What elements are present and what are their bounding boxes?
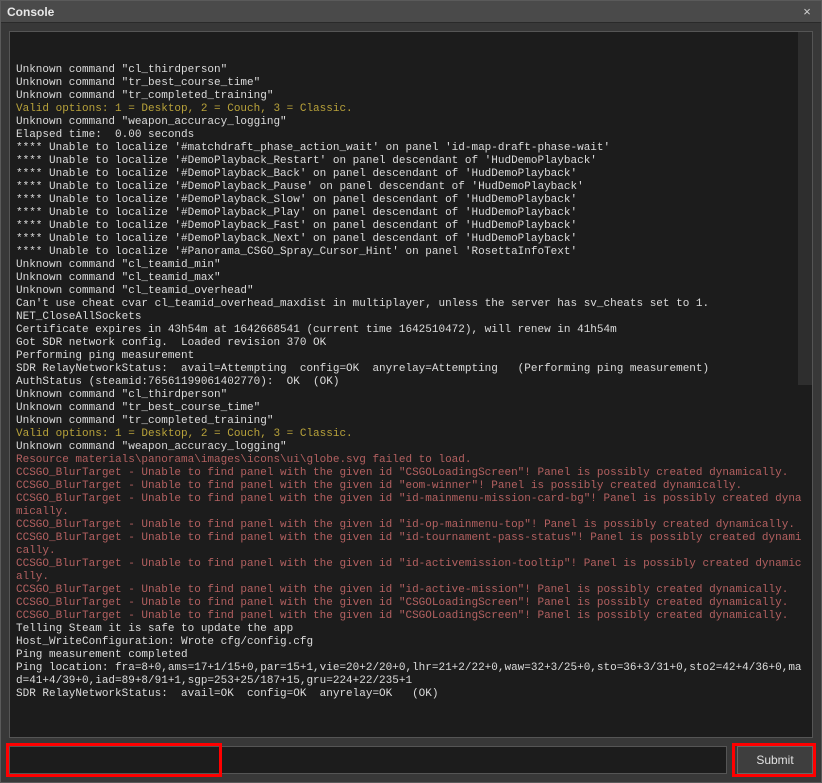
log-line: **** Unable to localize '#DemoPlayback_P… (16, 181, 806, 194)
log-line: SDR RelayNetworkStatus: avail=OK config=… (16, 688, 806, 701)
log-line: Unknown command "cl_teamid_overhead" (16, 285, 806, 298)
log-line: **** Unable to localize '#matchdraft_pha… (16, 142, 806, 155)
log-line: **** Unable to localize '#DemoPlayback_F… (16, 220, 806, 233)
console-window: Console × Unknown command "cl_thirdperso… (0, 0, 822, 783)
console-output[interactable]: Unknown command "cl_thirdperson"Unknown … (9, 31, 813, 738)
log-line: NET_CloseAllSockets (16, 311, 806, 324)
input-wrap (9, 746, 727, 774)
log-line: CCSGO_BlurTarget - Unable to find panel … (16, 467, 806, 480)
log-line: Certificate expires in 43h54m at 1642668… (16, 324, 806, 337)
log-line: **** Unable to localize '#DemoPlayback_R… (16, 155, 806, 168)
log-line: CCSGO_BlurTarget - Unable to find panel … (16, 558, 806, 584)
log-line: Unknown command "tr_best_course_time" (16, 77, 806, 90)
log-line: Unknown command "tr_completed_training" (16, 90, 806, 103)
log-line: Valid options: 1 = Desktop, 2 = Couch, 3… (16, 103, 806, 116)
log-line: Valid options: 1 = Desktop, 2 = Couch, 3… (16, 428, 806, 441)
log-line: **** Unable to localize '#DemoPlayback_P… (16, 207, 806, 220)
titlebar[interactable]: Console × (1, 1, 821, 23)
log-line: CCSGO_BlurTarget - Unable to find panel … (16, 493, 806, 519)
log-line: Elapsed time: 0.00 seconds (16, 129, 806, 142)
log-line: **** Unable to localize '#Panorama_CSGO_… (16, 246, 806, 259)
log-line: CCSGO_BlurTarget - Unable to find panel … (16, 532, 806, 558)
log-line: CCSGO_BlurTarget - Unable to find panel … (16, 480, 806, 493)
log-line: Unknown command "cl_thirdperson" (16, 389, 806, 402)
log-line: Can't use cheat cvar cl_teamid_overhead_… (16, 298, 806, 311)
log-line: Unknown command "cl_teamid_min" (16, 259, 806, 272)
log-line: **** Unable to localize '#DemoPlayback_S… (16, 194, 806, 207)
log-line: Ping location: fra=8+0,ams=17+1/15+0,par… (16, 662, 806, 688)
window-title: Console (7, 5, 799, 19)
scrollbar[interactable] (798, 32, 812, 385)
log-line: Unknown command "tr_completed_training" (16, 415, 806, 428)
log-line: Resource materials\panorama\images\icons… (16, 454, 806, 467)
log-line: Performing ping measurement (16, 350, 806, 363)
log-line: CCSGO_BlurTarget - Unable to find panel … (16, 584, 806, 597)
log-line: SDR RelayNetworkStatus: avail=Attempting… (16, 363, 806, 376)
log-line: CCSGO_BlurTarget - Unable to find panel … (16, 519, 806, 532)
log-line: AuthStatus (steamid:76561199061402770): … (16, 376, 806, 389)
close-icon[interactable]: × (799, 4, 815, 20)
log-line: Unknown command "cl_thirdperson" (16, 64, 806, 77)
log-line: Unknown command "cl_teamid_max" (16, 272, 806, 285)
log-line: Host_WriteConfiguration: Wrote cfg/confi… (16, 636, 806, 649)
log-line: Unknown command "weapon_accuracy_logging… (16, 116, 806, 129)
log-line: CCSGO_BlurTarget - Unable to find panel … (16, 597, 806, 610)
log-line: Telling Steam it is safe to update the a… (16, 623, 806, 636)
input-row: Submit (9, 746, 813, 774)
log-line: Got SDR network config. Loaded revision … (16, 337, 806, 350)
submit-button[interactable]: Submit (737, 746, 813, 774)
log-line: CCSGO_BlurTarget - Unable to find panel … (16, 610, 806, 623)
log-line: Ping measurement completed (16, 649, 806, 662)
log-line: Unknown command "weapon_accuracy_logging… (16, 441, 806, 454)
log-line: **** Unable to localize '#DemoPlayback_B… (16, 168, 806, 181)
console-input[interactable] (9, 746, 727, 774)
console-body: Unknown command "cl_thirdperson"Unknown … (1, 23, 821, 782)
log-line: Unknown command "tr_best_course_time" (16, 402, 806, 415)
log-line: **** Unable to localize '#DemoPlayback_N… (16, 233, 806, 246)
